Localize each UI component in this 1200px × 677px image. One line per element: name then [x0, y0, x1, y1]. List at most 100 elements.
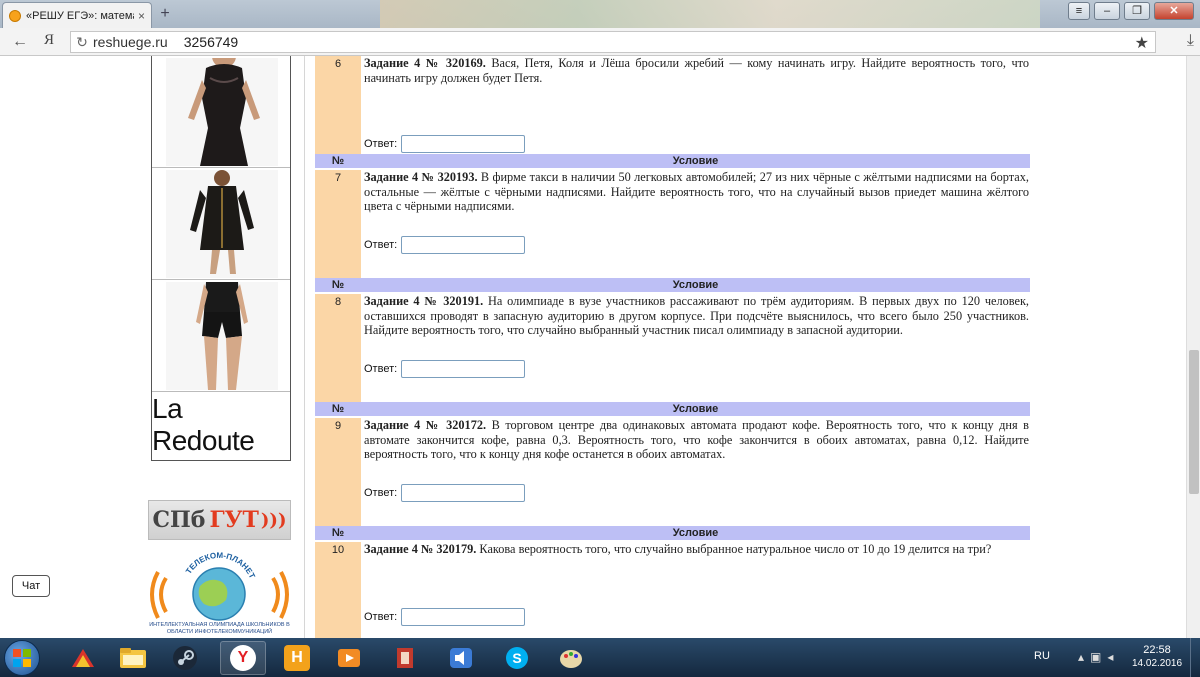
gut-text: ГУТ	[209, 507, 259, 533]
browser-tab[interactable]: «РЕШУ ЕГЭ»: математ ×	[2, 2, 152, 28]
spb-gut-banner[interactable]: СПб ГУТ )))	[148, 500, 291, 540]
ad-product-3[interactable]	[152, 280, 290, 392]
minimize-button[interactable]: –	[1094, 2, 1120, 20]
tab-close-icon[interactable]: ×	[138, 9, 145, 23]
speaker-app-icon[interactable]	[438, 641, 484, 675]
tab-title: «РЕШУ ЕГЭ»: математ	[26, 9, 134, 22]
task-row-7: № Условие 7 Задание 4 № 320193. В фирме т…	[315, 154, 1030, 278]
scrollbar-thumb[interactable]	[1189, 350, 1199, 494]
paint-icon[interactable]	[548, 641, 594, 675]
file-explorer-icon[interactable]	[110, 641, 156, 675]
task-title: Задание 4 № 320169.	[364, 56, 486, 70]
answer-row: Ответ:	[364, 484, 526, 502]
spb-text: СПб	[152, 507, 206, 533]
answer-row: Ответ:	[364, 236, 526, 254]
url-field[interactable]: ↻ reshuege.ru 3256749 ★	[70, 31, 1156, 53]
skype-icon[interactable]: S	[494, 641, 540, 675]
site-favicon-icon	[9, 9, 21, 22]
url-query: 3256749	[183, 34, 239, 50]
answer-label: Ответ:	[364, 487, 398, 499]
task-condition: Задание 4 № 320191. На олимпиаде в вузе …	[364, 294, 1029, 338]
app-h-icon[interactable]: H	[274, 641, 320, 675]
answer-label: Ответ:	[364, 239, 398, 251]
answer-row: Ответ:	[364, 360, 526, 378]
table-header: № Условие	[315, 402, 1030, 416]
window-controls: ≡ – ❐ ✕	[1068, 2, 1194, 20]
downloads-icon[interactable]: ⤓	[1187, 32, 1194, 50]
answer-input[interactable]	[401, 608, 526, 626]
task-row-10: № Условие 10 Задание 4 № 320179. Какова в…	[315, 526, 1030, 638]
left-sidebar: La Redoute СПб ГУТ ))) ТЕЛЕКОМ-ПЛАНЕТА И…	[0, 56, 305, 638]
la-redoute-logo[interactable]: La Redoute	[152, 392, 290, 458]
system-tray: RU ▴ ▣ ◂ 22:58 14.02.2016	[1020, 638, 1200, 677]
task-condition: Задание 4 № 320179. Какова вероятность т…	[364, 542, 1029, 557]
system-clock[interactable]: 22:58 14.02.2016	[1132, 644, 1182, 670]
answer-label: Ответ:	[364, 363, 398, 375]
h-letter: H	[284, 645, 310, 671]
network-icon[interactable]: ▣	[1090, 650, 1101, 664]
yandex-letter: Y	[230, 645, 256, 671]
task-title: Задание 4 № 320172.	[364, 418, 487, 432]
page-scrollbar[interactable]	[1186, 56, 1200, 638]
browser-menu-button[interactable]: ≡	[1068, 2, 1090, 20]
new-tab-button[interactable]: +	[157, 6, 173, 22]
answer-input[interactable]	[401, 236, 526, 254]
task-text: Какова вероятность того, что случайно вы…	[476, 542, 992, 556]
steam-icon[interactable]	[162, 641, 208, 675]
app-figure-icon[interactable]	[382, 641, 428, 675]
task-number: 10	[315, 542, 361, 638]
maximize-button[interactable]: ❐	[1124, 2, 1150, 20]
task-title: Задание 4 № 320179.	[364, 542, 477, 556]
task-title: Задание 4 № 320193.	[364, 170, 478, 184]
answer-input[interactable]	[401, 360, 526, 378]
reload-icon[interactable]: ↻	[71, 34, 93, 51]
header-num: №	[331, 403, 345, 415]
table-header: № Условие	[315, 526, 1030, 540]
tray-icons: ▴ ▣ ◂	[1078, 650, 1113, 664]
close-window-button[interactable]: ✕	[1154, 2, 1194, 20]
yandex-home-button[interactable]: Я	[44, 32, 54, 49]
answer-input[interactable]	[401, 484, 526, 502]
telecom-planet-banner[interactable]: ТЕЛЕКОМ-ПЛАНЕТА ИНТЕЛЛЕКТУАЛЬНАЯ ОЛИМПИА…	[145, 541, 291, 638]
media-player-icon[interactable]	[326, 641, 372, 675]
task-number: 7	[315, 170, 361, 278]
task-number: 8	[315, 294, 361, 402]
windows-taskbar: Y H S RU ▴ ▣ ◂ 22:58 14.02.2016	[0, 638, 1200, 677]
start-button[interactable]	[4, 640, 40, 676]
header-num: №	[331, 279, 345, 291]
answer-row: Ответ:	[364, 608, 526, 626]
header-num: №	[331, 155, 345, 167]
yandex-browser-icon[interactable]: Y	[220, 641, 266, 675]
task-row-9: № Условие 9 Задание 4 № 320172. В торгово…	[315, 402, 1030, 526]
task-row-6: 6 Задание 4 № 320169. Вася, Петя, Коля и…	[315, 56, 1030, 154]
answer-row: Ответ:	[364, 135, 526, 153]
header-condition: Условие	[672, 155, 719, 167]
ad-product-1[interactable]	[152, 56, 290, 168]
back-arrow-icon[interactable]: ←	[10, 32, 30, 52]
header-condition: Условие	[672, 527, 719, 539]
ad-banner-laredoute[interactable]: La Redoute	[151, 56, 291, 461]
language-indicator[interactable]: RU	[1034, 650, 1050, 662]
address-bar: ← Я ↻ reshuege.ru 3256749 ★ ⤓	[0, 28, 1200, 56]
table-header: № Условие	[315, 154, 1030, 168]
titlebar-background	[380, 0, 1040, 28]
tray-arrow-icon[interactable]: ▴	[1078, 650, 1084, 664]
model-photo-1	[166, 56, 278, 166]
answer-label: Ответ:	[364, 138, 398, 150]
task-condition: Задание 4 № 320169. Вася, Петя, Коля и Л…	[364, 56, 1029, 85]
chat-button[interactable]: Чат	[12, 575, 50, 597]
url-domain: reshuege.ru	[93, 34, 168, 50]
window-titlebar: «РЕШУ ЕГЭ»: математ × + ≡ – ❐ ✕	[0, 0, 1200, 28]
taskbar-app-mountains-icon[interactable]	[60, 641, 106, 675]
clock-date: 14.02.2016	[1132, 658, 1183, 669]
bookmark-star-icon[interactable]: ★	[1135, 33, 1149, 53]
answer-input[interactable]	[401, 135, 526, 153]
show-desktop-button[interactable]	[1190, 638, 1200, 677]
volume-icon[interactable]: ◂	[1107, 650, 1113, 664]
telecom-planet-logo: ТЕЛЕКОМ-ПЛАНЕТА	[145, 541, 289, 621]
ad-product-2[interactable]	[152, 168, 290, 280]
clock-time: 22:58	[1143, 644, 1171, 656]
task-condition: Задание 4 № 320172. В торговом центре дв…	[364, 418, 1029, 462]
task-number: 6	[315, 56, 361, 154]
model-photo-3	[166, 282, 278, 390]
